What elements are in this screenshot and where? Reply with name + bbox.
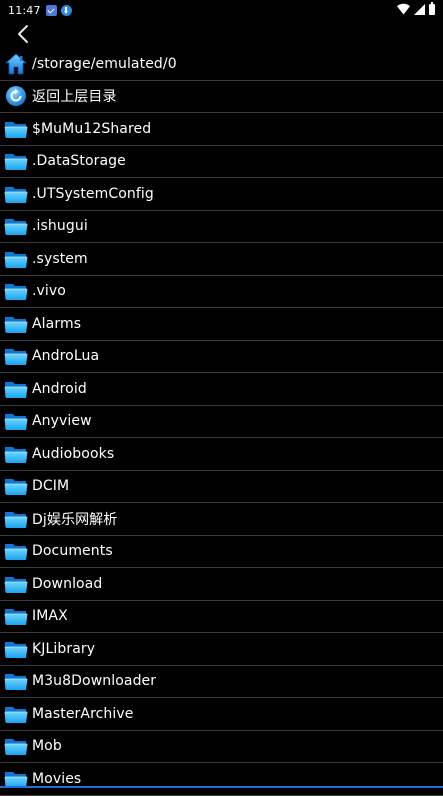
folder-name: .UTSystemConfig xyxy=(32,185,154,202)
folder-icon xyxy=(4,313,28,335)
folder-name: M3u8Downloader xyxy=(32,673,157,690)
folder-row[interactable]: Dj娱乐网解析 xyxy=(0,503,443,536)
folder-name: Movies xyxy=(32,770,82,787)
system-status-icons xyxy=(397,1,435,15)
status-time: 11:47 xyxy=(8,3,41,17)
folder-row[interactable]: .vivo xyxy=(0,276,443,308)
folder-icon xyxy=(4,183,28,205)
folder-name: IMAX xyxy=(32,608,68,625)
folder-name: .system xyxy=(32,250,88,267)
folder-row[interactable]: .ishugui xyxy=(0,211,443,243)
folder-row[interactable]: .UTSystemConfig xyxy=(0,178,443,211)
signal-icon xyxy=(414,3,425,15)
folder-icon xyxy=(4,508,28,530)
folder-name: Download xyxy=(32,575,103,592)
folder-row[interactable]: M3u8Downloader xyxy=(0,666,443,698)
current-path-row[interactable]: /storage/emulated/0 xyxy=(0,48,443,81)
folder-icon xyxy=(4,703,28,725)
folder-icon xyxy=(4,735,28,757)
folder-name: Documents xyxy=(32,543,113,560)
parent-directory-row[interactable]: 返回上层目录 xyxy=(0,81,443,113)
folder-row[interactable]: Android xyxy=(0,373,443,406)
folder-icon xyxy=(4,248,28,270)
folder-icon xyxy=(4,345,28,367)
return-icon xyxy=(4,85,28,107)
folder-row[interactable]: .system xyxy=(0,243,443,276)
folder-name: Mob xyxy=(32,738,62,755)
file-list: /storage/emulated/0 返回上层目录 $MuMu12Shared… xyxy=(0,48,443,796)
folder-icon xyxy=(4,280,28,302)
back-button[interactable] xyxy=(10,22,36,46)
download-icon xyxy=(60,4,72,16)
folder-icon xyxy=(4,378,28,400)
folder-row[interactable]: .DataStorage xyxy=(0,146,443,178)
status-bar: 11:47 xyxy=(0,0,443,20)
folder-name: .ishugui xyxy=(32,218,88,235)
folder-row[interactable]: Movies xyxy=(0,763,443,796)
folder-icon xyxy=(4,540,28,562)
folder-icon xyxy=(4,150,28,172)
folder-row[interactable]: $MuMu12Shared xyxy=(0,113,443,146)
folder-row[interactable]: Audiobooks xyxy=(0,438,443,471)
folder-row[interactable]: DCIM xyxy=(0,471,443,503)
folder-name: Audiobooks xyxy=(32,445,115,462)
folder-row[interactable]: Anyview xyxy=(0,406,443,438)
folder-name: $MuMu12Shared xyxy=(32,120,152,137)
folder-row[interactable]: Mob xyxy=(0,731,443,763)
folder-icon xyxy=(4,118,28,140)
folder-name: Android xyxy=(32,380,87,397)
wifi-icon xyxy=(397,3,410,15)
folder-name: MasterArchive xyxy=(32,705,134,722)
folder-icon xyxy=(4,605,28,627)
folder-row[interactable]: AndroLua xyxy=(0,341,443,373)
folder-name: .vivo xyxy=(32,283,66,300)
folder-icon xyxy=(4,573,28,595)
folder-icon xyxy=(4,638,28,660)
folder-icon xyxy=(4,443,28,465)
home-icon xyxy=(4,53,28,75)
folder-row[interactable]: KJLibrary xyxy=(0,633,443,666)
folder-row[interactable]: MasterArchive xyxy=(0,698,443,731)
folder-row[interactable]: IMAX xyxy=(0,601,443,633)
folder-icon xyxy=(4,410,28,432)
folder-icon xyxy=(4,475,28,497)
folder-name: DCIM xyxy=(32,478,70,495)
folder-name: Alarms xyxy=(32,315,82,332)
folder-row[interactable]: Alarms xyxy=(0,308,443,341)
folder-row[interactable]: Documents xyxy=(0,536,443,568)
folder-name: AndroLua xyxy=(32,348,100,365)
mail-icon xyxy=(45,4,57,16)
folder-name: KJLibrary xyxy=(32,640,96,657)
current-path-label: /storage/emulated/0 xyxy=(32,55,177,72)
folder-icon xyxy=(4,670,28,692)
parent-directory-label: 返回上层目录 xyxy=(32,89,117,106)
folder-name: Anyview xyxy=(32,413,92,430)
battery-icon xyxy=(429,1,435,15)
chevron-left-icon xyxy=(18,25,28,43)
folder-icon xyxy=(4,215,28,237)
folder-name: .DataStorage xyxy=(32,153,126,170)
folder-name: Dj娱乐网解析 xyxy=(32,511,118,528)
folder-row[interactable]: Download xyxy=(0,568,443,601)
